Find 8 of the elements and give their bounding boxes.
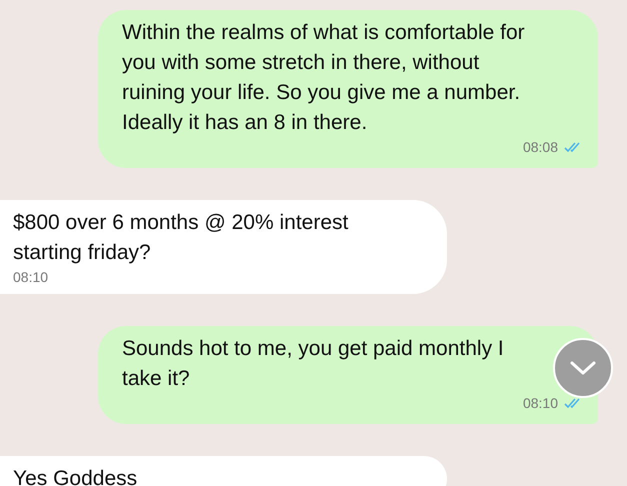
message-text: Yes Goddess xyxy=(13,466,138,486)
message-text: $800 over 6 months @ 20% interest starting friday? xyxy=(13,210,350,266)
message-time: 08:10 xyxy=(13,268,50,286)
message-text: Within the realms of what is comfortable for you with some stretch in there, without ruining your life. So you give me a number. Ideally it has an 8 in there. xyxy=(122,20,526,136)
message-time: 08:10 xyxy=(522,394,558,412)
message-text: Sounds hot to me, you get paid monthly I take it? xyxy=(122,336,505,392)
message-time: 08:08 xyxy=(522,138,558,156)
chevron-down-icon xyxy=(569,360,597,376)
